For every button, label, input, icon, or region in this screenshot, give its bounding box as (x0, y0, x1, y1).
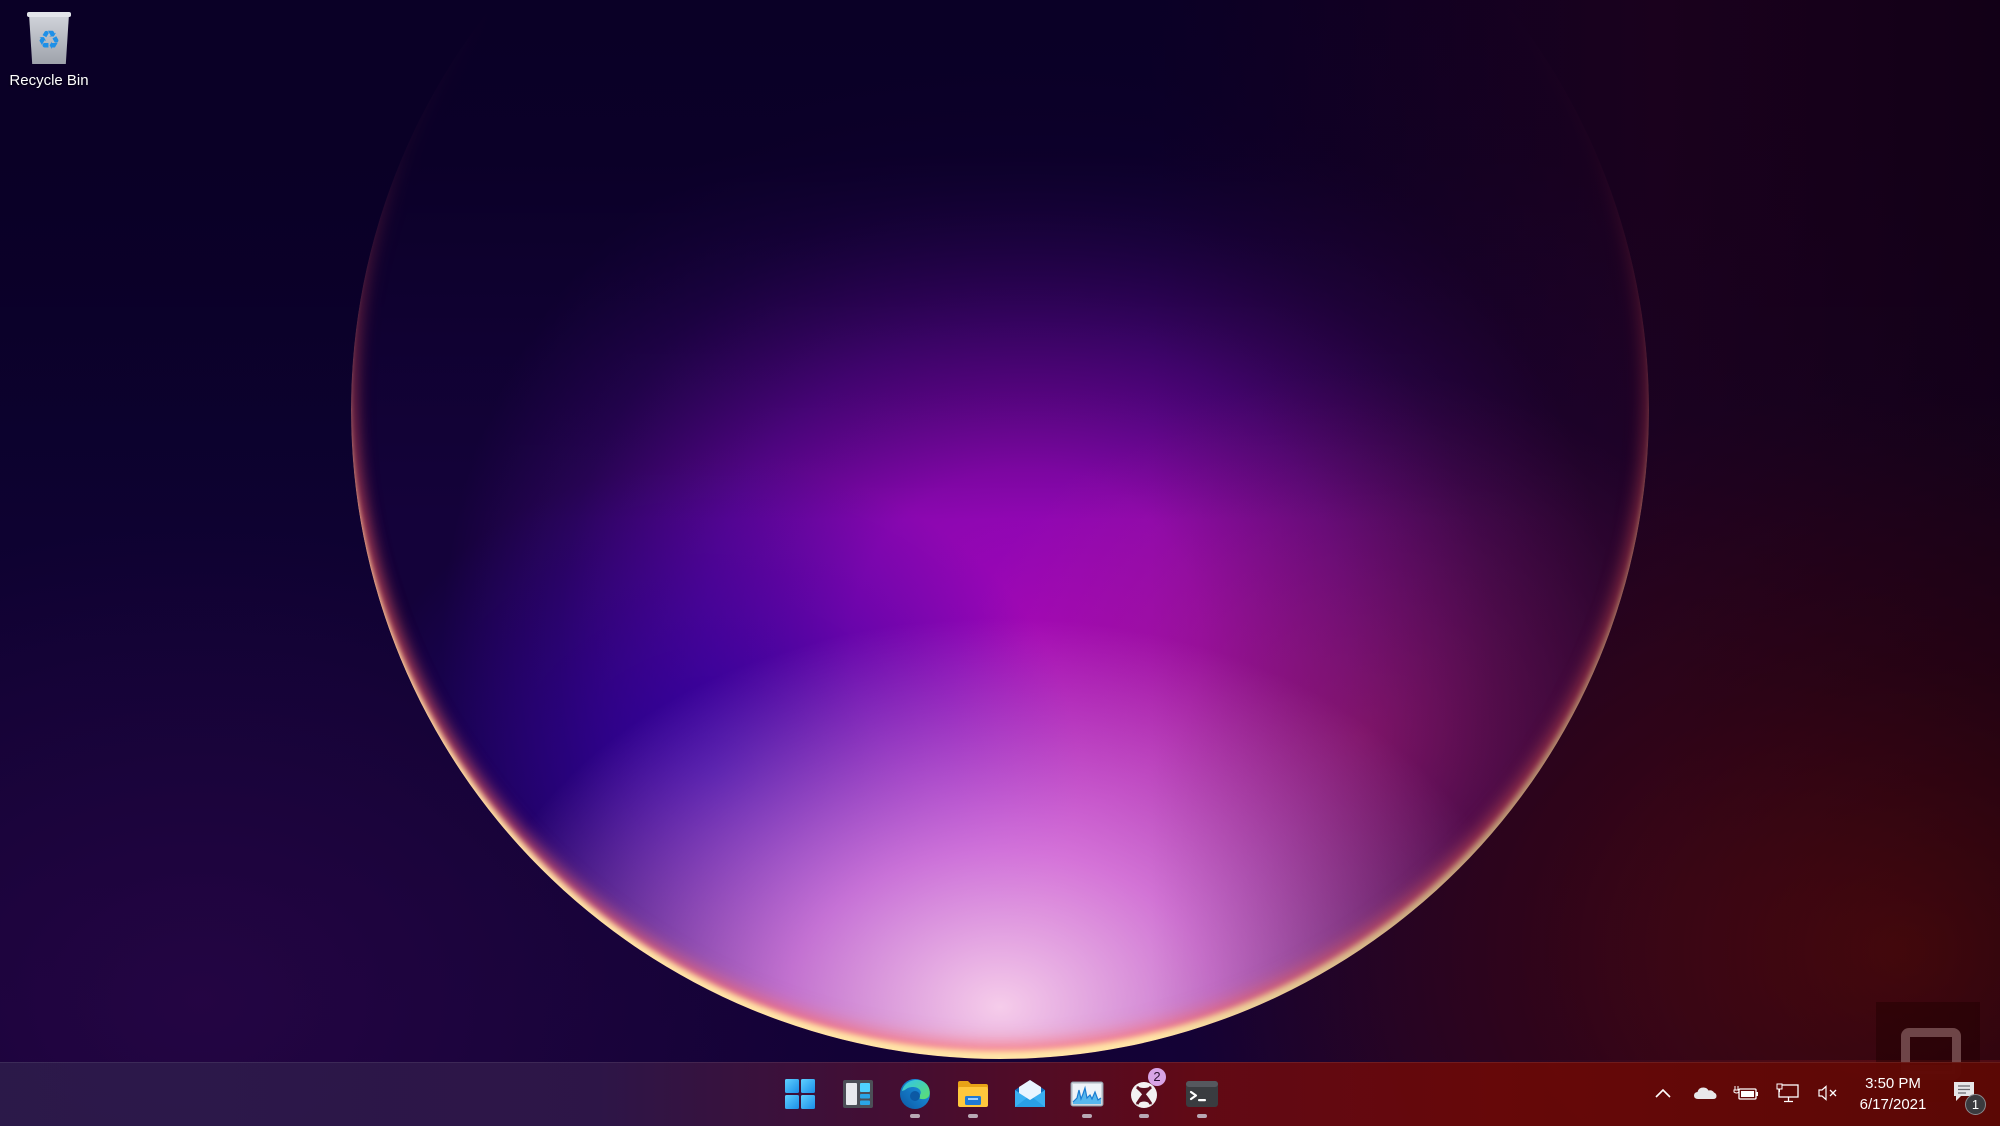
volume-muted-icon (1818, 1085, 1837, 1101)
tray-network[interactable] (1772, 1078, 1804, 1108)
chevron-up-icon (1655, 1088, 1671, 1098)
taskbar-file-explorer-button[interactable] (949, 1070, 997, 1118)
notification-count-badge: 1 (1965, 1094, 1986, 1115)
widgets-icon (843, 1080, 873, 1108)
tray-show-hidden-icons[interactable] (1647, 1078, 1679, 1108)
performance-monitor-icon (1070, 1081, 1104, 1107)
clock-time: 3:50 PM (1865, 1075, 1921, 1092)
taskbar-mail-button[interactable] (1006, 1070, 1054, 1118)
battery-charging-icon (1733, 1086, 1758, 1100)
running-indicator (1139, 1114, 1149, 1118)
wallpaper-right-tint (1150, 0, 2000, 1060)
taskbar-xbox-button[interactable]: 2 (1120, 1068, 1168, 1118)
desktop-icon-recycle-bin[interactable]: ♻ Recycle Bin (4, 6, 94, 94)
taskbar-edge-button[interactable] (891, 1070, 939, 1118)
desktop-icon-label: Recycle Bin (9, 72, 89, 89)
tray-onedrive[interactable] (1689, 1078, 1721, 1108)
onedrive-cloud-icon (1694, 1087, 1717, 1099)
taskbar-performance-monitor-button[interactable] (1063, 1070, 1111, 1118)
recycle-bin-icon: ♻ (26, 10, 72, 66)
running-indicator (1082, 1114, 1092, 1118)
notification-center-button[interactable]: 1 (1948, 1078, 1988, 1118)
taskbar-clock[interactable]: 3:50 PM 6/17/2021 (1848, 1074, 1938, 1115)
taskbar-start-button[interactable] (776, 1070, 824, 1118)
edge-icon (900, 1079, 930, 1109)
running-indicator (1197, 1114, 1207, 1118)
desktop-wallpaper (0, 0, 2000, 1125)
taskbar-terminal-button[interactable] (1178, 1070, 1226, 1118)
xbox-notification-badge: 2 (1148, 1068, 1166, 1086)
mail-icon (1015, 1080, 1045, 1107)
windows-start-icon (785, 1079, 815, 1109)
file-explorer-icon (958, 1081, 988, 1107)
taskbar-widgets-button[interactable] (834, 1070, 882, 1118)
running-indicator (968, 1114, 978, 1118)
tray-battery[interactable] (1730, 1078, 1762, 1108)
terminal-icon (1186, 1081, 1218, 1107)
network-wired-icon (1776, 1083, 1799, 1103)
tray-volume[interactable] (1812, 1078, 1844, 1108)
running-indicator (910, 1114, 920, 1118)
clock-date: 6/17/2021 (1859, 1096, 1927, 1113)
